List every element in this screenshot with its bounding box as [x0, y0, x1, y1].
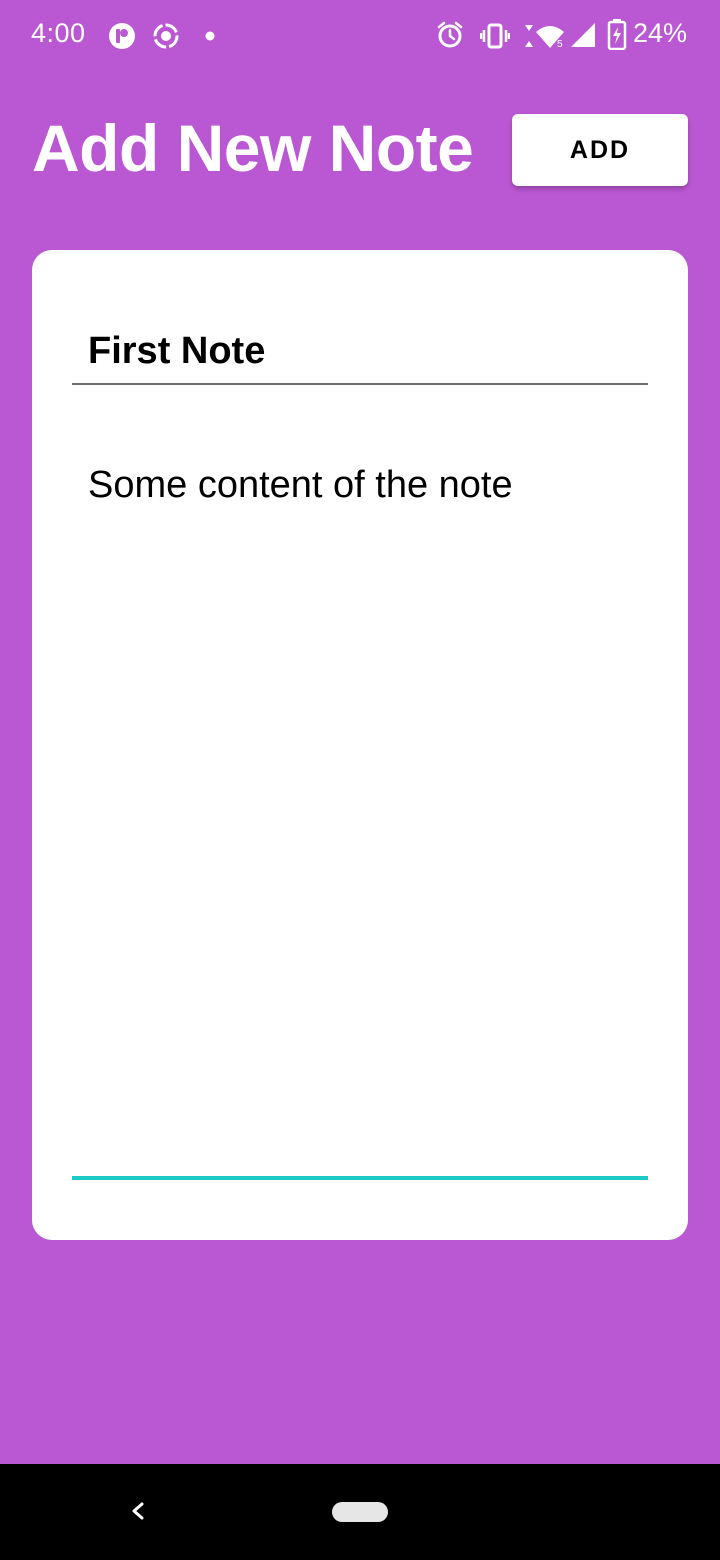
- note-content-input[interactable]: Some content of the note: [72, 436, 648, 1180]
- page-title: Add New Note: [32, 111, 474, 185]
- svg-text:5: 5: [557, 39, 563, 50]
- status-bar: 4:00 5 24%: [0, 0, 720, 72]
- navigation-bar: [0, 1464, 720, 1560]
- cell-signal-icon: [571, 23, 595, 47]
- battery-charging-icon: [607, 19, 627, 50]
- note-content-text: Some content of the note: [88, 464, 513, 506]
- note-title-input[interactable]: First Note: [72, 320, 648, 385]
- home-pill-icon[interactable]: [332, 1502, 388, 1522]
- alarm-icon: [437, 21, 463, 48]
- status-time: 4:00: [31, 18, 86, 48]
- battery-percent: 24%: [633, 18, 688, 48]
- back-icon[interactable]: [124, 1496, 154, 1526]
- note-card: First Note Some content of the note: [32, 250, 688, 1240]
- add-button[interactable]: ADD: [512, 114, 688, 186]
- note-title-text: First Note: [88, 330, 266, 372]
- dot-icon: [205, 31, 215, 41]
- app-notification-icon: [109, 23, 135, 49]
- screen-record-icon: [153, 23, 179, 49]
- wifi-icon: 5: [525, 25, 564, 50]
- vibrate-icon: [480, 23, 510, 49]
